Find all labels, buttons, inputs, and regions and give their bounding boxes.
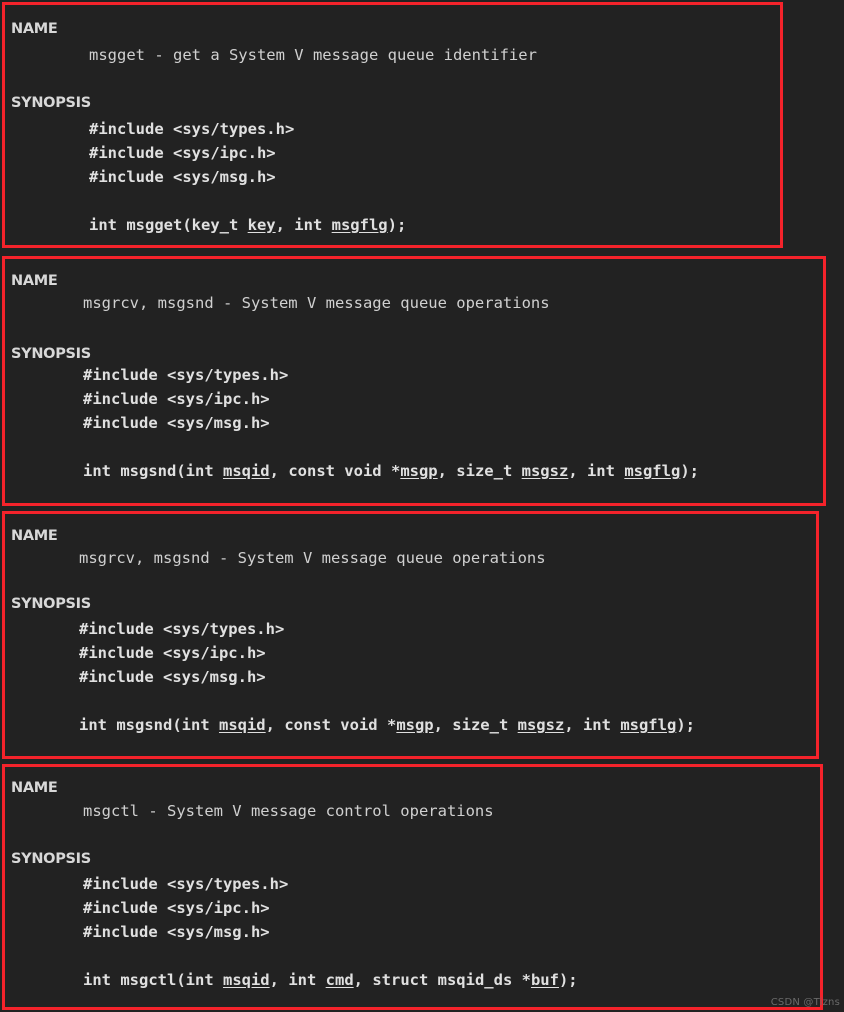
include-directive: #include <sys/ipc.h>: [83, 899, 270, 917]
prototype-parameter: msqid: [218, 716, 266, 734]
prototype-parameter: cmd: [325, 971, 354, 989]
annotation-box-msgget: NAME msgget - get a System V message que…: [2, 2, 783, 248]
include-directive: #include <sys/ipc.h>: [79, 644, 266, 662]
prototype-parameter: msgp: [400, 462, 438, 480]
annotation-box-msgsnd-1: NAME msgrcv, msgsnd - System V message q…: [2, 256, 826, 506]
prototype-text: );: [676, 716, 695, 734]
include-directive: #include <sys/msg.h>: [83, 923, 270, 941]
include-directive: #include <sys/msg.h>: [79, 668, 266, 686]
include-directive: #include <sys/types.h>: [83, 366, 289, 384]
section-heading-synopsis: SYNOPSIS: [11, 851, 91, 867]
annotation-box-msgctl: NAME msgctl - System V message control o…: [2, 764, 823, 1010]
prototype-parameter: msgflg: [620, 716, 677, 734]
manpage-screenshot: NAME msgget - get a System V message que…: [0, 0, 844, 1012]
name-description: msgrcv, msgsnd - System V message queue …: [79, 549, 546, 567]
prototype-text: , const void *: [265, 716, 397, 734]
prototype-parameter: key: [247, 216, 276, 234]
prototype-text: int msgsnd(int: [83, 462, 223, 480]
function-prototype: int msgctl(int msqid, int cmd, struct ms…: [83, 971, 578, 989]
section-heading-name: NAME: [11, 528, 58, 544]
prototype-parameter: msqid: [222, 971, 270, 989]
prototype-text: , int: [275, 216, 332, 234]
section-heading-name: NAME: [11, 273, 58, 289]
prototype-parameter: msgsz: [521, 462, 569, 480]
include-directive: #include <sys/types.h>: [89, 120, 295, 138]
watermark-label: CSDN @Tizns: [770, 997, 840, 1008]
include-directive: #include <sys/msg.h>: [89, 168, 276, 186]
prototype-text: );: [387, 216, 407, 234]
prototype-parameter: msgp: [396, 716, 434, 734]
prototype-text: , size_t: [437, 462, 522, 480]
prototype-text: , int: [564, 716, 621, 734]
prototype-text: int msgsnd(int: [79, 716, 219, 734]
include-directive: #include <sys/msg.h>: [83, 414, 270, 432]
include-directive: #include <sys/ipc.h>: [83, 390, 270, 408]
manpage-msgget: NAME msgget - get a System V message que…: [5, 5, 780, 245]
prototype-parameter: msgflg: [624, 462, 681, 480]
prototype-parameter: msgsz: [517, 716, 565, 734]
function-prototype: int msgget(key_t key, int msgflg);: [89, 216, 406, 234]
prototype-parameter: buf: [530, 971, 559, 989]
section-heading-name: NAME: [11, 21, 58, 37]
section-heading-synopsis: SYNOPSIS: [11, 596, 91, 612]
prototype-text: );: [558, 971, 578, 989]
manpage-msgctl: NAME msgctl - System V message control o…: [5, 767, 820, 1007]
prototype-text: int msgget(key_t: [89, 216, 248, 234]
function-prototype: int msgsnd(int msqid, const void *msgp, …: [79, 716, 695, 734]
name-description: msgget - get a System V message queue id…: [89, 46, 537, 64]
prototype-text: , const void *: [269, 462, 401, 480]
prototype-parameter: msqid: [222, 462, 270, 480]
section-heading-synopsis: SYNOPSIS: [11, 346, 91, 362]
prototype-text: , size_t: [433, 716, 518, 734]
name-description: msgctl - System V message control operat…: [83, 802, 494, 820]
prototype-text: );: [680, 462, 699, 480]
section-heading-synopsis: SYNOPSIS: [11, 95, 91, 111]
section-heading-name: NAME: [11, 780, 58, 796]
annotation-box-msgsnd-2: NAME msgrcv, msgsnd - System V message q…: [2, 511, 819, 759]
function-prototype: int msgsnd(int msqid, const void *msgp, …: [83, 462, 699, 480]
include-directive: #include <sys/types.h>: [83, 875, 289, 893]
prototype-text: , int: [568, 462, 625, 480]
name-description: msgrcv, msgsnd - System V message queue …: [83, 294, 550, 312]
include-directive: #include <sys/ipc.h>: [89, 144, 276, 162]
include-directive: #include <sys/types.h>: [79, 620, 285, 638]
prototype-text: int msgctl(int: [83, 971, 223, 989]
prototype-text: , struct msqid_ds *: [353, 971, 531, 989]
prototype-parameter: msgflg: [331, 216, 388, 234]
prototype-text: , int: [269, 971, 326, 989]
manpage-msgsnd-2: NAME msgrcv, msgsnd - System V message q…: [5, 514, 816, 756]
manpage-msgsnd-1: NAME msgrcv, msgsnd - System V message q…: [5, 259, 823, 503]
